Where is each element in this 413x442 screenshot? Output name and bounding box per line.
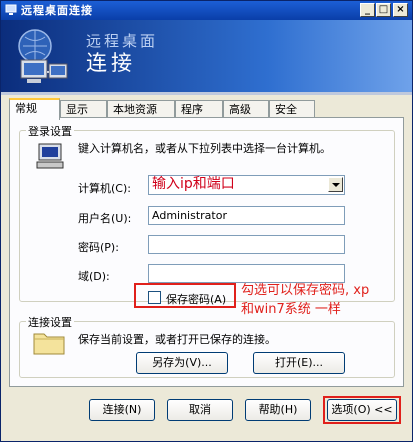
general-tab-page: 登录设置 键入计算机名，或者从下拉列表中选择一台计算机。 计算机(C): 输入i…: [9, 117, 404, 387]
login-settings-legend: 登录设置: [26, 123, 74, 139]
computer-icon: [36, 143, 64, 169]
computer-combobox[interactable]: 输入ip和端口: [148, 175, 345, 195]
cancel-button[interactable]: 取消: [167, 399, 233, 421]
login-instruction: 键入计算机名，或者从下拉列表中选择一台计算机。: [78, 142, 331, 155]
folder-icon: [33, 333, 65, 355]
password-label: 密码(P):: [78, 241, 119, 254]
tab-advanced[interactable]: 高级: [223, 100, 269, 118]
annotation-line-2: 和win7系统 一样: [241, 302, 341, 317]
close-button[interactable]: ×: [393, 3, 408, 17]
tab-general[interactable]: 常规: [9, 98, 60, 120]
tab-programs[interactable]: 程序: [175, 100, 223, 118]
tab-local-resources[interactable]: 本地资源: [107, 100, 175, 118]
annotation-highlight-box: [134, 283, 236, 308]
computer-network-icon: [18, 29, 68, 83]
banner-stripe: [1, 92, 412, 95]
options-highlight-box: [323, 396, 401, 424]
annotation-line-1: 勾选可以保存密码, xp: [241, 283, 370, 298]
open-button[interactable]: 打开(E)...: [253, 352, 345, 374]
tab-display[interactable]: 显示: [60, 100, 107, 118]
tab-security[interactable]: 安全: [269, 100, 315, 118]
remote-desktop-window: 远程桌面连接 _ □ × 远程桌面 连接 常规 显示 本地资源 程序 高级 安全…: [0, 0, 413, 442]
connection-instruction: 保存当前设置，或者打开已保存的连接。: [78, 333, 276, 346]
computer-value: 输入ip和端口: [152, 176, 235, 192]
dropdown-arrow-icon[interactable]: [328, 177, 343, 192]
domain-label: 域(D):: [78, 270, 110, 283]
username-input[interactable]: Administrator: [148, 206, 345, 225]
connect-button[interactable]: 连接(N): [89, 399, 155, 421]
app-icon: [5, 4, 17, 15]
password-input[interactable]: [148, 235, 345, 254]
window-title: 远程桌面连接: [21, 4, 93, 17]
help-button[interactable]: 帮助(H): [245, 399, 311, 421]
maximize-button[interactable]: □: [376, 3, 391, 17]
username-label: 用户名(U):: [78, 212, 132, 225]
banner: 远程桌面 连接: [1, 20, 412, 95]
save-as-button[interactable]: 另存为(V)...: [136, 352, 228, 374]
title-bar: 远程桌面连接 _ □ ×: [1, 1, 412, 20]
banner-title: 连接: [86, 51, 136, 75]
computer-label: 计算机(C):: [78, 182, 131, 195]
minimize-button[interactable]: _: [360, 3, 375, 17]
